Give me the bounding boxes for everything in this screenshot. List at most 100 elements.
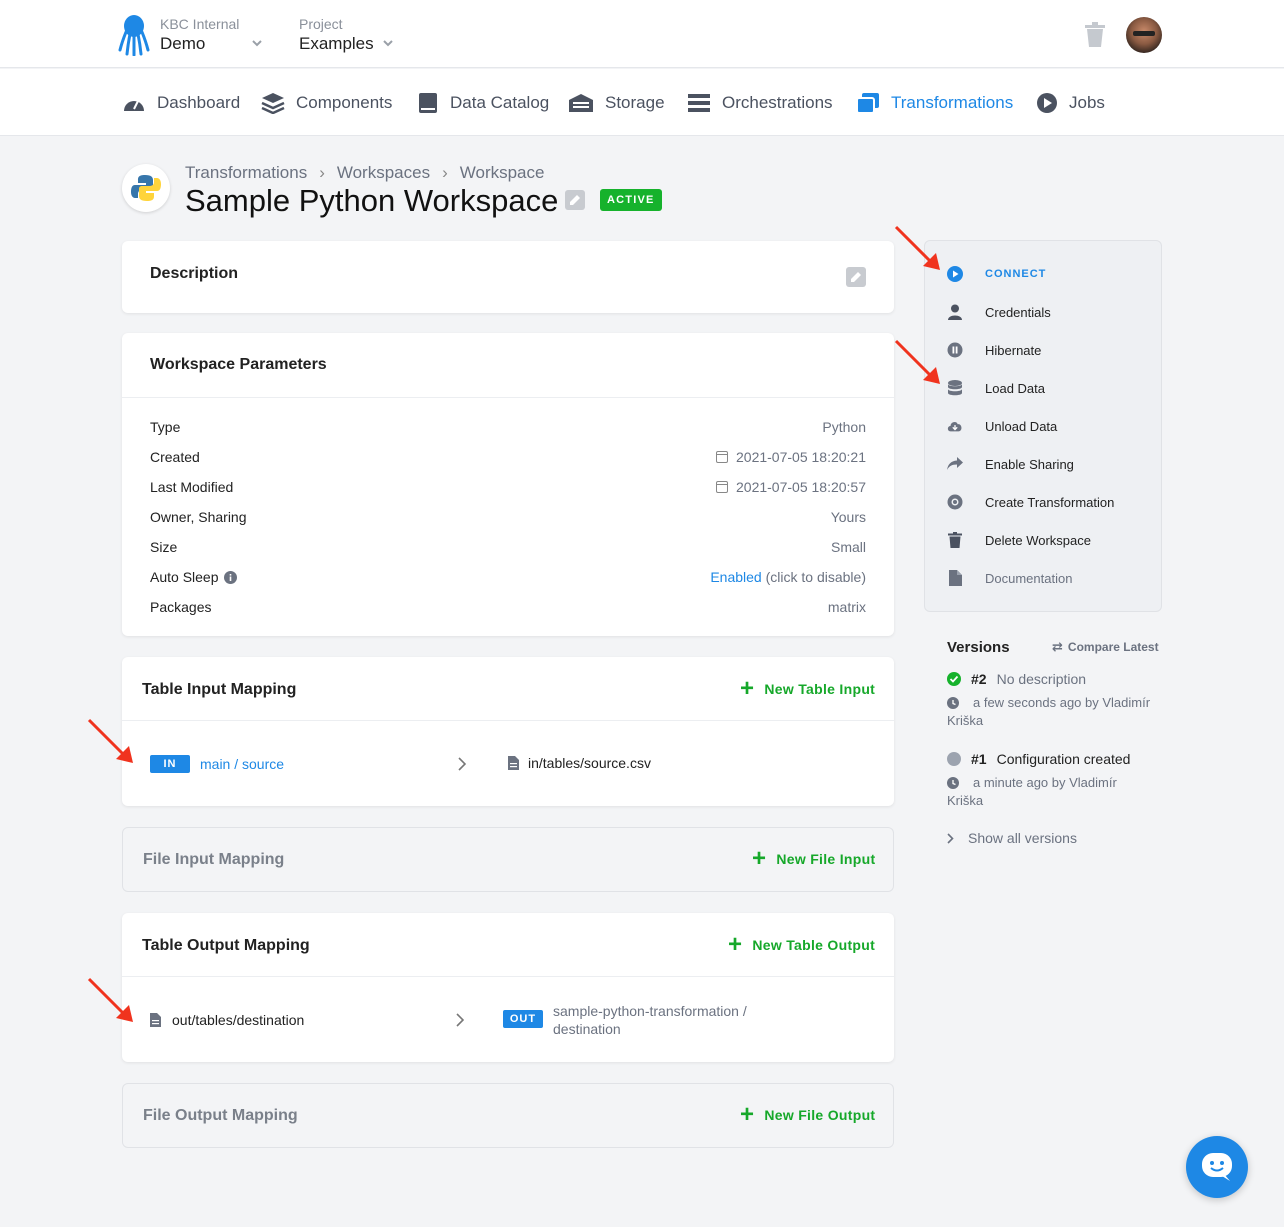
param-row-owner: Owner, Sharing Yours xyxy=(150,507,866,527)
file-input-title: File Input Mapping xyxy=(143,851,285,868)
param-row-size: Size Small xyxy=(150,537,866,557)
plus-icon: + xyxy=(740,1101,755,1128)
support-chat-button[interactable] xyxy=(1186,1136,1248,1198)
hibernate-button[interactable]: Hibernate xyxy=(947,340,1041,360)
new-file-output-button[interactable]: + New File Output xyxy=(740,1101,875,1128)
project-selector[interactable]: Project Examples xyxy=(299,16,374,54)
new-file-input-button[interactable]: + New File Input xyxy=(752,847,876,871)
project-value: Examples xyxy=(299,34,374,53)
version-author: Kriška xyxy=(947,793,984,808)
calendar-icon xyxy=(716,481,728,493)
user-avatar[interactable] xyxy=(1126,17,1162,53)
org-value: Demo xyxy=(160,34,206,53)
new-table-input-button[interactable]: + New Table Input xyxy=(740,675,876,702)
compare-label: Compare Latest xyxy=(1067,640,1159,654)
table-output-title: Table Output Mapping xyxy=(142,937,310,954)
output-destination-line1[interactable]: sample-python-transformation / xyxy=(553,1002,747,1020)
button-label: New Table Input xyxy=(764,681,876,697)
documentation-link[interactable]: Documentation xyxy=(947,568,1072,588)
breadcrumb-workspace: Workspace xyxy=(459,163,545,182)
book-icon xyxy=(419,93,437,113)
param-row-type: Type Python xyxy=(150,417,866,437)
version-number: #1 xyxy=(971,751,987,767)
file-output-mapping-card: File Output Mapping + New File Output xyxy=(122,1083,894,1148)
nav-jobs[interactable]: Jobs xyxy=(1036,91,1105,115)
org-label: KBC Internal xyxy=(160,16,240,32)
nav-components[interactable]: Components xyxy=(261,91,392,115)
output-mapping-row[interactable]: out/tables/destination xyxy=(150,1012,304,1028)
file-icon xyxy=(948,570,962,586)
output-destination-line2[interactable]: destination xyxy=(553,1020,747,1038)
param-key: Type xyxy=(150,419,181,435)
share-icon xyxy=(947,457,963,470)
check-circle-icon xyxy=(947,672,961,686)
action-label: CONNECT xyxy=(985,268,1047,280)
chevron-down-icon[interactable] xyxy=(252,38,262,48)
edit-title-icon[interactable] xyxy=(565,190,585,210)
nav-label: Orchestrations xyxy=(722,93,833,112)
breadcrumb-workspaces[interactable]: Workspaces xyxy=(337,163,430,183)
unload-data-button[interactable]: Unload Data xyxy=(947,416,1057,436)
breadcrumb-transformations[interactable]: Transformations xyxy=(185,163,307,183)
version-time: a minute ago by Vladimír xyxy=(973,775,1117,790)
action-label: Credentials xyxy=(985,304,1051,320)
bars-icon xyxy=(688,94,710,112)
python-logo-icon xyxy=(122,164,170,212)
version-item[interactable]: #1 Configuration created a minute ago by… xyxy=(947,750,1162,810)
param-key: Auto Sleep xyxy=(150,569,219,585)
file-output-title: File Output Mapping xyxy=(143,1107,298,1124)
version-description: Configuration created xyxy=(996,751,1131,767)
auto-sleep-toggle-link[interactable]: Enabled xyxy=(710,569,761,585)
nav-orchestrations[interactable]: Orchestrations xyxy=(687,91,833,115)
create-transformation-button[interactable]: Create Transformation xyxy=(947,492,1114,512)
input-source-link[interactable]: main / source xyxy=(200,756,284,772)
out-badge: OUT xyxy=(503,1010,543,1028)
nav-transformations[interactable]: Transformations xyxy=(856,91,1013,115)
param-key: Size xyxy=(150,539,178,555)
nav-dashboard[interactable]: Dashboard xyxy=(122,91,240,115)
param-row-packages: Packages matrix xyxy=(150,597,866,617)
description-card: Description xyxy=(122,241,894,313)
new-table-output-button[interactable]: + New Table Output xyxy=(728,931,876,958)
plus-icon: + xyxy=(728,931,743,958)
compare-latest-button[interactable]: ⇄ Compare Latest xyxy=(1052,639,1159,655)
table-input-title: Table Input Mapping xyxy=(142,681,297,698)
action-label: Unload Data xyxy=(985,418,1058,434)
chevron-down-icon[interactable] xyxy=(383,38,393,48)
version-time: a few seconds ago by Vladimír xyxy=(973,695,1151,710)
credentials-button[interactable]: Credentials xyxy=(947,302,1051,322)
nav-label: Components xyxy=(296,93,393,112)
action-label: Hibernate xyxy=(985,342,1042,358)
top-bar: KBC Internal Demo Project Examples xyxy=(0,0,1284,68)
nav-label: Storage xyxy=(605,93,665,112)
input-mapping-row[interactable]: IN main / source xyxy=(150,755,284,773)
trash-icon[interactable] xyxy=(1084,22,1106,48)
versions-title: Versions xyxy=(947,639,1010,656)
version-item[interactable]: #2 No description a few seconds ago by V… xyxy=(947,670,1162,730)
connect-button[interactable]: CONNECT xyxy=(947,264,1046,284)
keboola-logo-icon[interactable] xyxy=(118,14,150,56)
chevron-right-icon xyxy=(947,832,954,844)
nav-storage[interactable]: Storage xyxy=(568,91,665,115)
in-badge: IN xyxy=(150,755,190,773)
nav-data-catalog[interactable]: Data Catalog xyxy=(417,91,549,115)
edit-description-icon[interactable] xyxy=(846,267,866,287)
nav-label: Jobs xyxy=(1069,93,1105,112)
workspace-parameters-card: Workspace Parameters Type Python Created… xyxy=(122,333,894,636)
plus-icon: + xyxy=(740,675,755,702)
load-data-button[interactable]: Load Data xyxy=(947,378,1045,398)
param-value: 2021-07-05 18:20:21 xyxy=(736,449,866,465)
info-icon[interactable] xyxy=(223,570,237,584)
param-key: Created xyxy=(150,449,200,465)
button-label: New Table Output xyxy=(752,937,876,953)
org-selector[interactable]: KBC Internal Demo xyxy=(160,16,239,54)
delete-workspace-button[interactable]: Delete Workspace xyxy=(947,530,1091,550)
param-value: matrix xyxy=(827,599,866,615)
action-label: Delete Workspace xyxy=(985,532,1091,548)
action-label: Create Transformation xyxy=(985,494,1115,510)
show-all-versions-link[interactable]: Show all versions xyxy=(947,830,1077,846)
gauge-icon xyxy=(124,100,144,111)
enable-sharing-button[interactable]: Enable Sharing xyxy=(947,454,1074,474)
button-label: New File Input xyxy=(776,851,876,867)
play-circle-icon xyxy=(1037,93,1057,113)
